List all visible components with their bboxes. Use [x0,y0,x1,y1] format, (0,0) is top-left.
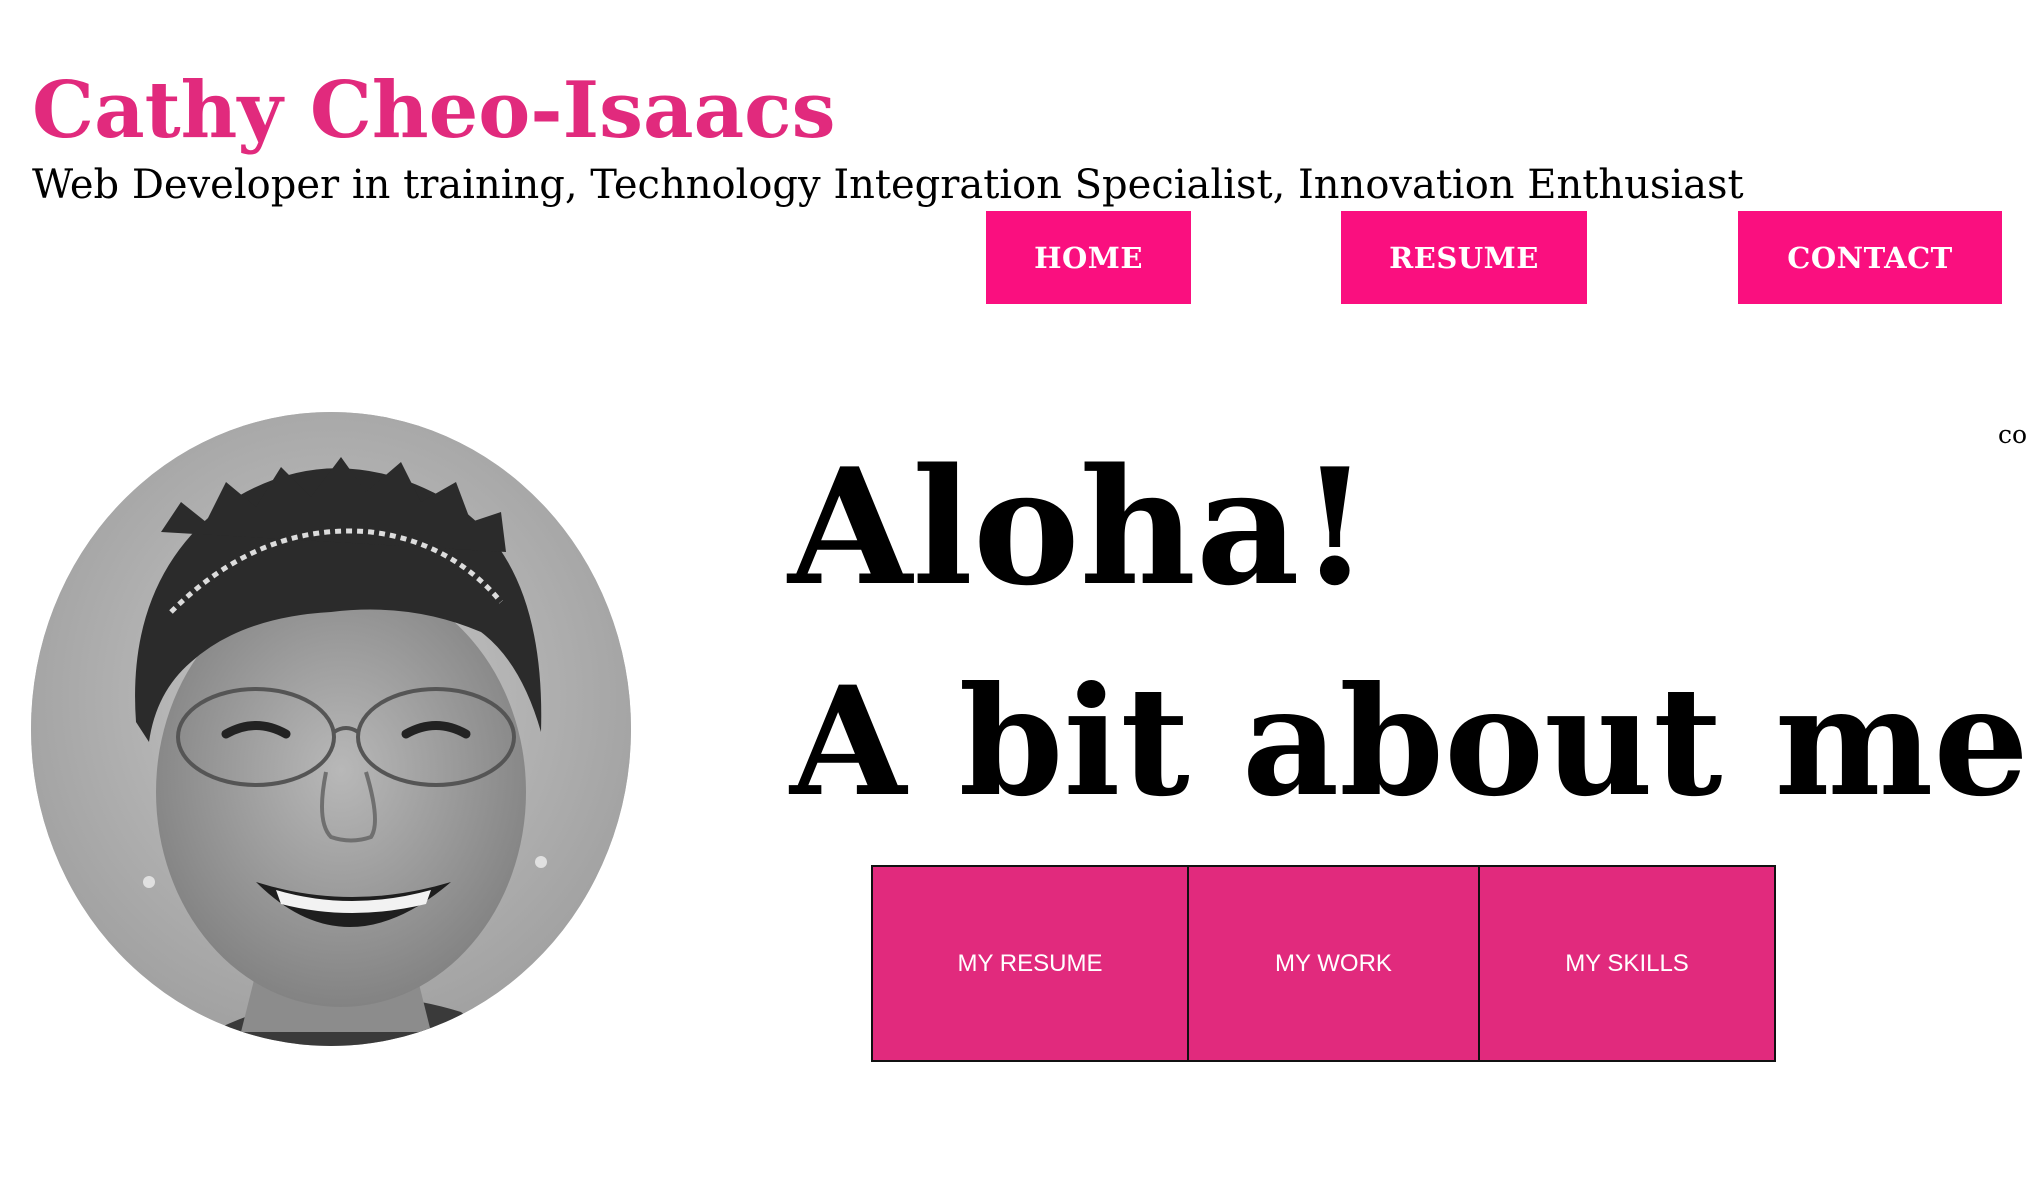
my-resume-tile[interactable]: MY RESUME [871,865,1189,1062]
nav-contact-button[interactable]: CONTACT [1738,211,2002,304]
nav-resume-button[interactable]: RESUME [1341,211,1587,304]
site-tagline: Web Developer in training, Technology In… [32,162,1744,208]
about-heading: A bit about me: [790,654,2029,830]
my-skills-tile[interactable]: MY SKILLS [1480,865,1776,1062]
profile-photo-drawing [31,412,631,1046]
section-tiles: MY RESUME MY WORK MY SKILLS [871,865,1776,1062]
my-work-tile[interactable]: MY WORK [1189,865,1480,1062]
nav-home-button[interactable]: HOME [986,211,1191,304]
site-name: Cathy Cheo-Isaacs [32,65,836,156]
greeting-heading: Aloha! [788,433,1370,621]
profile-photo [31,412,631,1046]
clipped-overflow-text: co [1998,420,2028,449]
